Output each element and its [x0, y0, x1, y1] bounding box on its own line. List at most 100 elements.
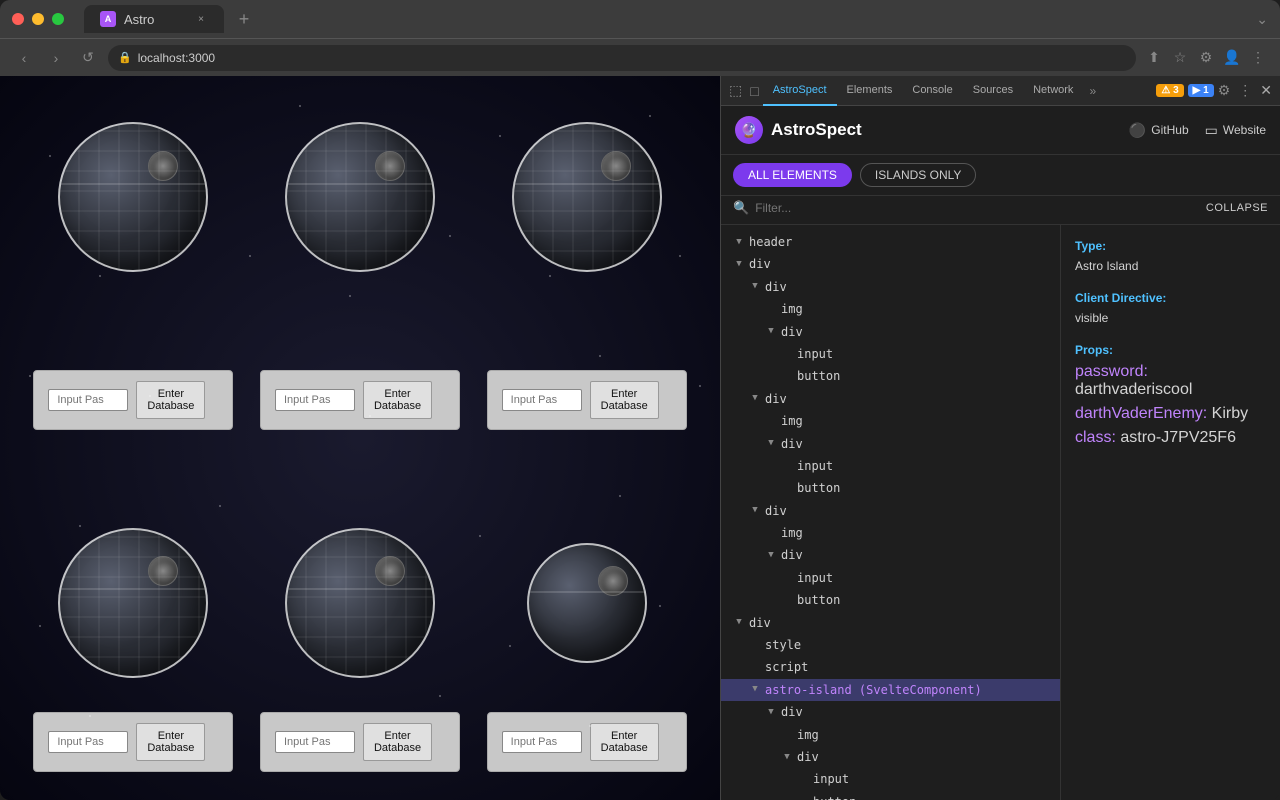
- tab-console[interactable]: Console: [902, 76, 962, 106]
- tree-item-div-9[interactable]: ▼ div: [721, 746, 1060, 768]
- all-elements-button[interactable]: ALL ELEMENTS: [733, 163, 852, 187]
- chevron-icon: ▼: [733, 236, 745, 248]
- back-button[interactable]: ‹: [12, 46, 36, 70]
- props-section: Props: password: darthvaderiscool darthV…: [1075, 343, 1266, 447]
- password-input-3[interactable]: [502, 389, 582, 411]
- devtools-close-button[interactable]: ✕: [1256, 82, 1276, 99]
- tree-item-script-1[interactable]: ▼ script: [721, 656, 1060, 678]
- tree-item-div-3[interactable]: ▼ div: [721, 321, 1060, 343]
- filter-input[interactable]: [755, 201, 1200, 215]
- tree-item-button-4[interactable]: ▼ button: [721, 791, 1060, 800]
- tree-item-button-1[interactable]: ▼ button: [721, 365, 1060, 387]
- tab-network[interactable]: Network: [1023, 76, 1083, 106]
- forward-button[interactable]: ›: [44, 46, 68, 70]
- properties-panel: Type: Astro Island Client Directive: vis…: [1060, 225, 1280, 800]
- tree-item-img-2[interactable]: ▼ img: [721, 410, 1060, 432]
- password-input-4[interactable]: [48, 731, 128, 753]
- death-star-1: [58, 122, 208, 272]
- prop-key-class: class:: [1075, 429, 1116, 446]
- tree-item-img-3[interactable]: ▼ img: [721, 522, 1060, 544]
- window-chevron-icon: ⌄: [1256, 11, 1268, 28]
- grid-cell-4: EnterDatabase: [20, 299, 247, 502]
- address-bar[interactable]: 🔒 localhost:3000: [108, 45, 1136, 71]
- maximize-button[interactable]: [52, 13, 64, 25]
- tree-item-button-3[interactable]: ▼ button: [721, 589, 1060, 611]
- tree-item-div-7[interactable]: ▼ div: [721, 544, 1060, 566]
- tree-item-div-7[interactable]: ▼ div: [721, 612, 1060, 634]
- tree-item-div-6[interactable]: ▼ div: [721, 500, 1060, 522]
- enter-button-1[interactable]: EnterDatabase: [136, 381, 205, 419]
- enter-button-6[interactable]: EnterDatabase: [590, 723, 659, 761]
- tree-item-img-1[interactable]: ▼ img: [721, 298, 1060, 320]
- tree-item-input-3[interactable]: ▼ input: [721, 567, 1060, 589]
- tree-item-header[interactable]: ▼ header: [721, 231, 1060, 253]
- share-icon[interactable]: ⬆: [1144, 48, 1164, 68]
- enter-button-2[interactable]: EnterDatabase: [363, 381, 432, 419]
- tree-item-div-5[interactable]: ▼ div: [721, 433, 1060, 455]
- close-button[interactable]: [12, 13, 24, 25]
- tab-elements[interactable]: Elements: [837, 76, 903, 106]
- extensions-icon[interactable]: ⚙: [1196, 48, 1216, 68]
- tab-astrospect[interactable]: AstroSpect: [763, 76, 837, 106]
- element-tree: ▼ header ▼ div ▼ div ▼ img: [721, 225, 1060, 800]
- devtools-device-icon[interactable]: □: [746, 83, 762, 99]
- website-link[interactable]: ▭ Website: [1205, 122, 1266, 139]
- main-area: EnterDatabase EnterDatabase EnterDatabas…: [0, 76, 1280, 800]
- grid-cell-7: [20, 501, 247, 704]
- minimize-button[interactable]: [32, 13, 44, 25]
- input-card-4: EnterDatabase: [33, 712, 233, 772]
- new-tab-button[interactable]: +: [232, 7, 256, 31]
- tree-item-div-4[interactable]: ▼ div: [721, 388, 1060, 410]
- grid-cell-11: EnterDatabase: [247, 704, 474, 780]
- tree-item-div-1[interactable]: ▼ div: [721, 253, 1060, 275]
- github-link[interactable]: ⚫ GitHub: [1129, 122, 1189, 139]
- collapse-button[interactable]: COLLAPSE: [1206, 202, 1268, 214]
- tab-label: Astro: [124, 12, 154, 27]
- tab-sources[interactable]: Sources: [963, 76, 1023, 106]
- reload-button[interactable]: ↺: [76, 46, 100, 70]
- tree-item-div-8[interactable]: ▼ div: [721, 701, 1060, 723]
- tree-item-button-2[interactable]: ▼ button: [721, 477, 1060, 499]
- client-directive-value: visible: [1075, 311, 1266, 325]
- website-label: Website: [1223, 123, 1266, 137]
- password-input-2[interactable]: [275, 389, 355, 411]
- filter-input-bar: 🔍 COLLAPSE: [721, 200, 1280, 225]
- menu-icon[interactable]: ⋮: [1248, 48, 1268, 68]
- profile-icon[interactable]: 👤: [1222, 48, 1242, 68]
- tab-astro[interactable]: A Astro ×: [84, 5, 224, 33]
- grid-cell-9: [473, 501, 700, 704]
- input-card-6: EnterDatabase: [487, 712, 687, 772]
- more-tabs-button[interactable]: »: [1083, 84, 1102, 98]
- prop-class: class: astro-J7PV25F6: [1075, 429, 1266, 447]
- chevron-icon: ▼: [749, 505, 761, 517]
- tree-item-input-1[interactable]: ▼ input: [721, 343, 1060, 365]
- password-input-5[interactable]: [275, 731, 355, 753]
- password-input-6[interactable]: [502, 731, 582, 753]
- tree-item-style[interactable]: ▼ style: [721, 634, 1060, 656]
- islands-only-button[interactable]: ISLANDS ONLY: [860, 163, 976, 187]
- tree-item-div-2[interactable]: ▼ div: [721, 276, 1060, 298]
- prop-password: password: darthvaderiscool: [1075, 363, 1266, 399]
- enter-button-4[interactable]: EnterDatabase: [136, 723, 205, 761]
- client-directive-section: Client Directive: visible: [1075, 291, 1266, 325]
- client-directive-label: Client Directive:: [1075, 291, 1266, 305]
- enter-button-5[interactable]: EnterDatabase: [363, 723, 432, 761]
- grid-cell-12: EnterDatabase: [473, 704, 700, 780]
- tree-item-input-2[interactable]: ▼ input: [721, 455, 1060, 477]
- password-input-1[interactable]: [48, 389, 128, 411]
- enter-button-3[interactable]: EnterDatabase: [590, 381, 659, 419]
- death-star-6: [527, 543, 647, 663]
- bookmark-icon[interactable]: ☆: [1170, 48, 1190, 68]
- github-icon: ⚫: [1129, 122, 1146, 139]
- devtools-panel: ⬚ □ AstroSpect Elements Console Sources …: [720, 76, 1280, 800]
- type-value: Astro Island: [1075, 259, 1266, 273]
- astrospect-links: ⚫ GitHub ▭ Website: [1129, 122, 1266, 139]
- tree-item-astro-island-svelte[interactable]: ▼ astro-island (SvelteComponent): [721, 679, 1060, 701]
- chevron-icon: ▼: [749, 393, 761, 405]
- settings-icon[interactable]: ⚙: [1214, 82, 1235, 99]
- tree-item-img-4[interactable]: ▼ img: [721, 724, 1060, 746]
- devtools-inspect-icon[interactable]: ⬚: [725, 82, 746, 99]
- vertical-dots-icon[interactable]: ⋮: [1234, 82, 1256, 99]
- tab-close-button[interactable]: ×: [194, 12, 208, 26]
- tree-item-input-4[interactable]: ▼ input: [721, 768, 1060, 790]
